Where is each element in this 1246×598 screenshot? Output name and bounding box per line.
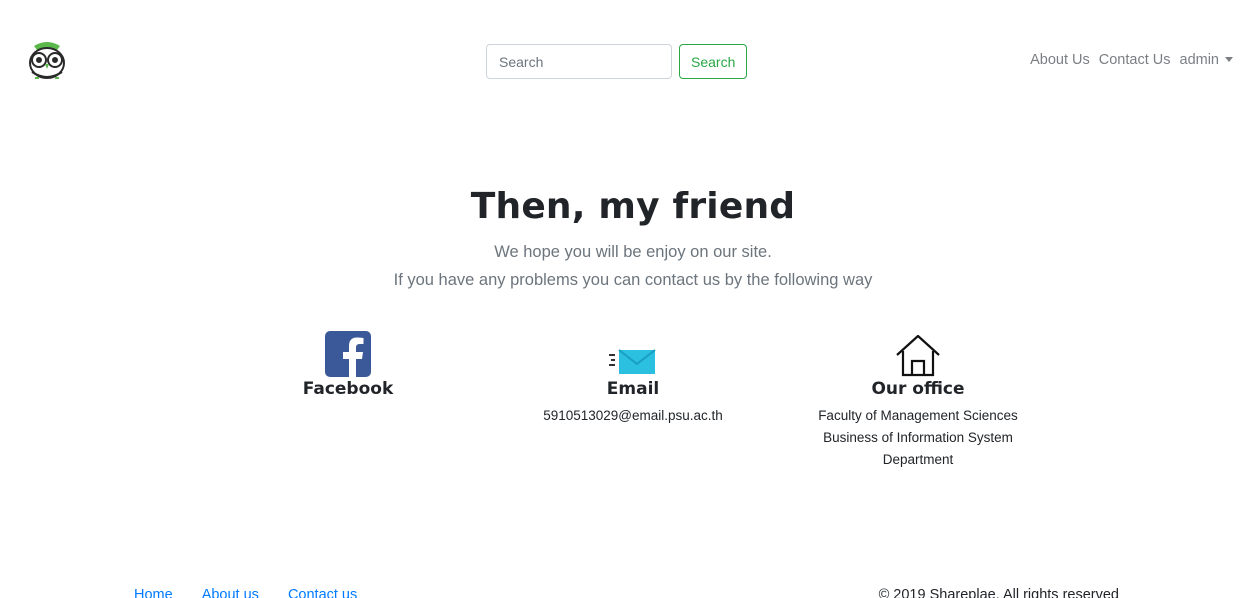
office-address: Faculty of Management Sciences Business … (788, 405, 1048, 471)
owl-logo-icon[interactable] (26, 40, 68, 86)
email-heading: Email (606, 379, 660, 399)
page-title: Then, my friend (470, 186, 796, 227)
copyright-text: © 2019 Shareplae. All rights reserved (878, 587, 1119, 598)
caret-down-icon (1225, 57, 1233, 62)
facebook-icon[interactable] (325, 331, 371, 377)
page: Search About Us Contact Us admin Then, m… (0, 0, 1246, 598)
email-address[interactable]: 5910513029@email.psu.ac.th (503, 405, 763, 427)
nav-about-us[interactable]: About Us (1030, 52, 1090, 68)
search-form: Search (486, 44, 748, 79)
search-input[interactable] (486, 44, 672, 79)
user-menu-label: admin (1179, 52, 1220, 68)
office-address-line: Department (882, 452, 954, 467)
intro-line-1: We hope you will be enjoy on our site. (494, 243, 772, 261)
facebook-card: Facebook (218, 330, 478, 399)
intro-line-2: If you have any problems you can contact… (393, 271, 873, 289)
footer-home-link[interactable]: Home (134, 587, 173, 598)
office-card: Our office Faculty of Management Science… (788, 330, 1048, 471)
user-menu-toggle[interactable]: admin (1179, 52, 1233, 68)
email-icon[interactable] (609, 347, 657, 377)
office-address-line: Faculty of Management Sciences (818, 408, 1018, 423)
email-card: Email 5910513029@email.psu.ac.th (503, 330, 763, 427)
footer-contact-link[interactable]: Contact us (288, 587, 357, 598)
footer-links: Home About us Contact us (134, 587, 357, 598)
search-button[interactable]: Search (679, 44, 748, 79)
nav-contact-us[interactable]: Contact Us (1099, 52, 1171, 68)
office-address-line: Business of Information System (823, 430, 1013, 445)
house-icon (896, 334, 940, 377)
facebook-heading: Facebook (302, 379, 394, 399)
office-heading: Our office (871, 379, 965, 399)
nav-links: About Us Contact Us admin (1030, 52, 1233, 68)
footer-about-link[interactable]: About us (202, 587, 259, 598)
